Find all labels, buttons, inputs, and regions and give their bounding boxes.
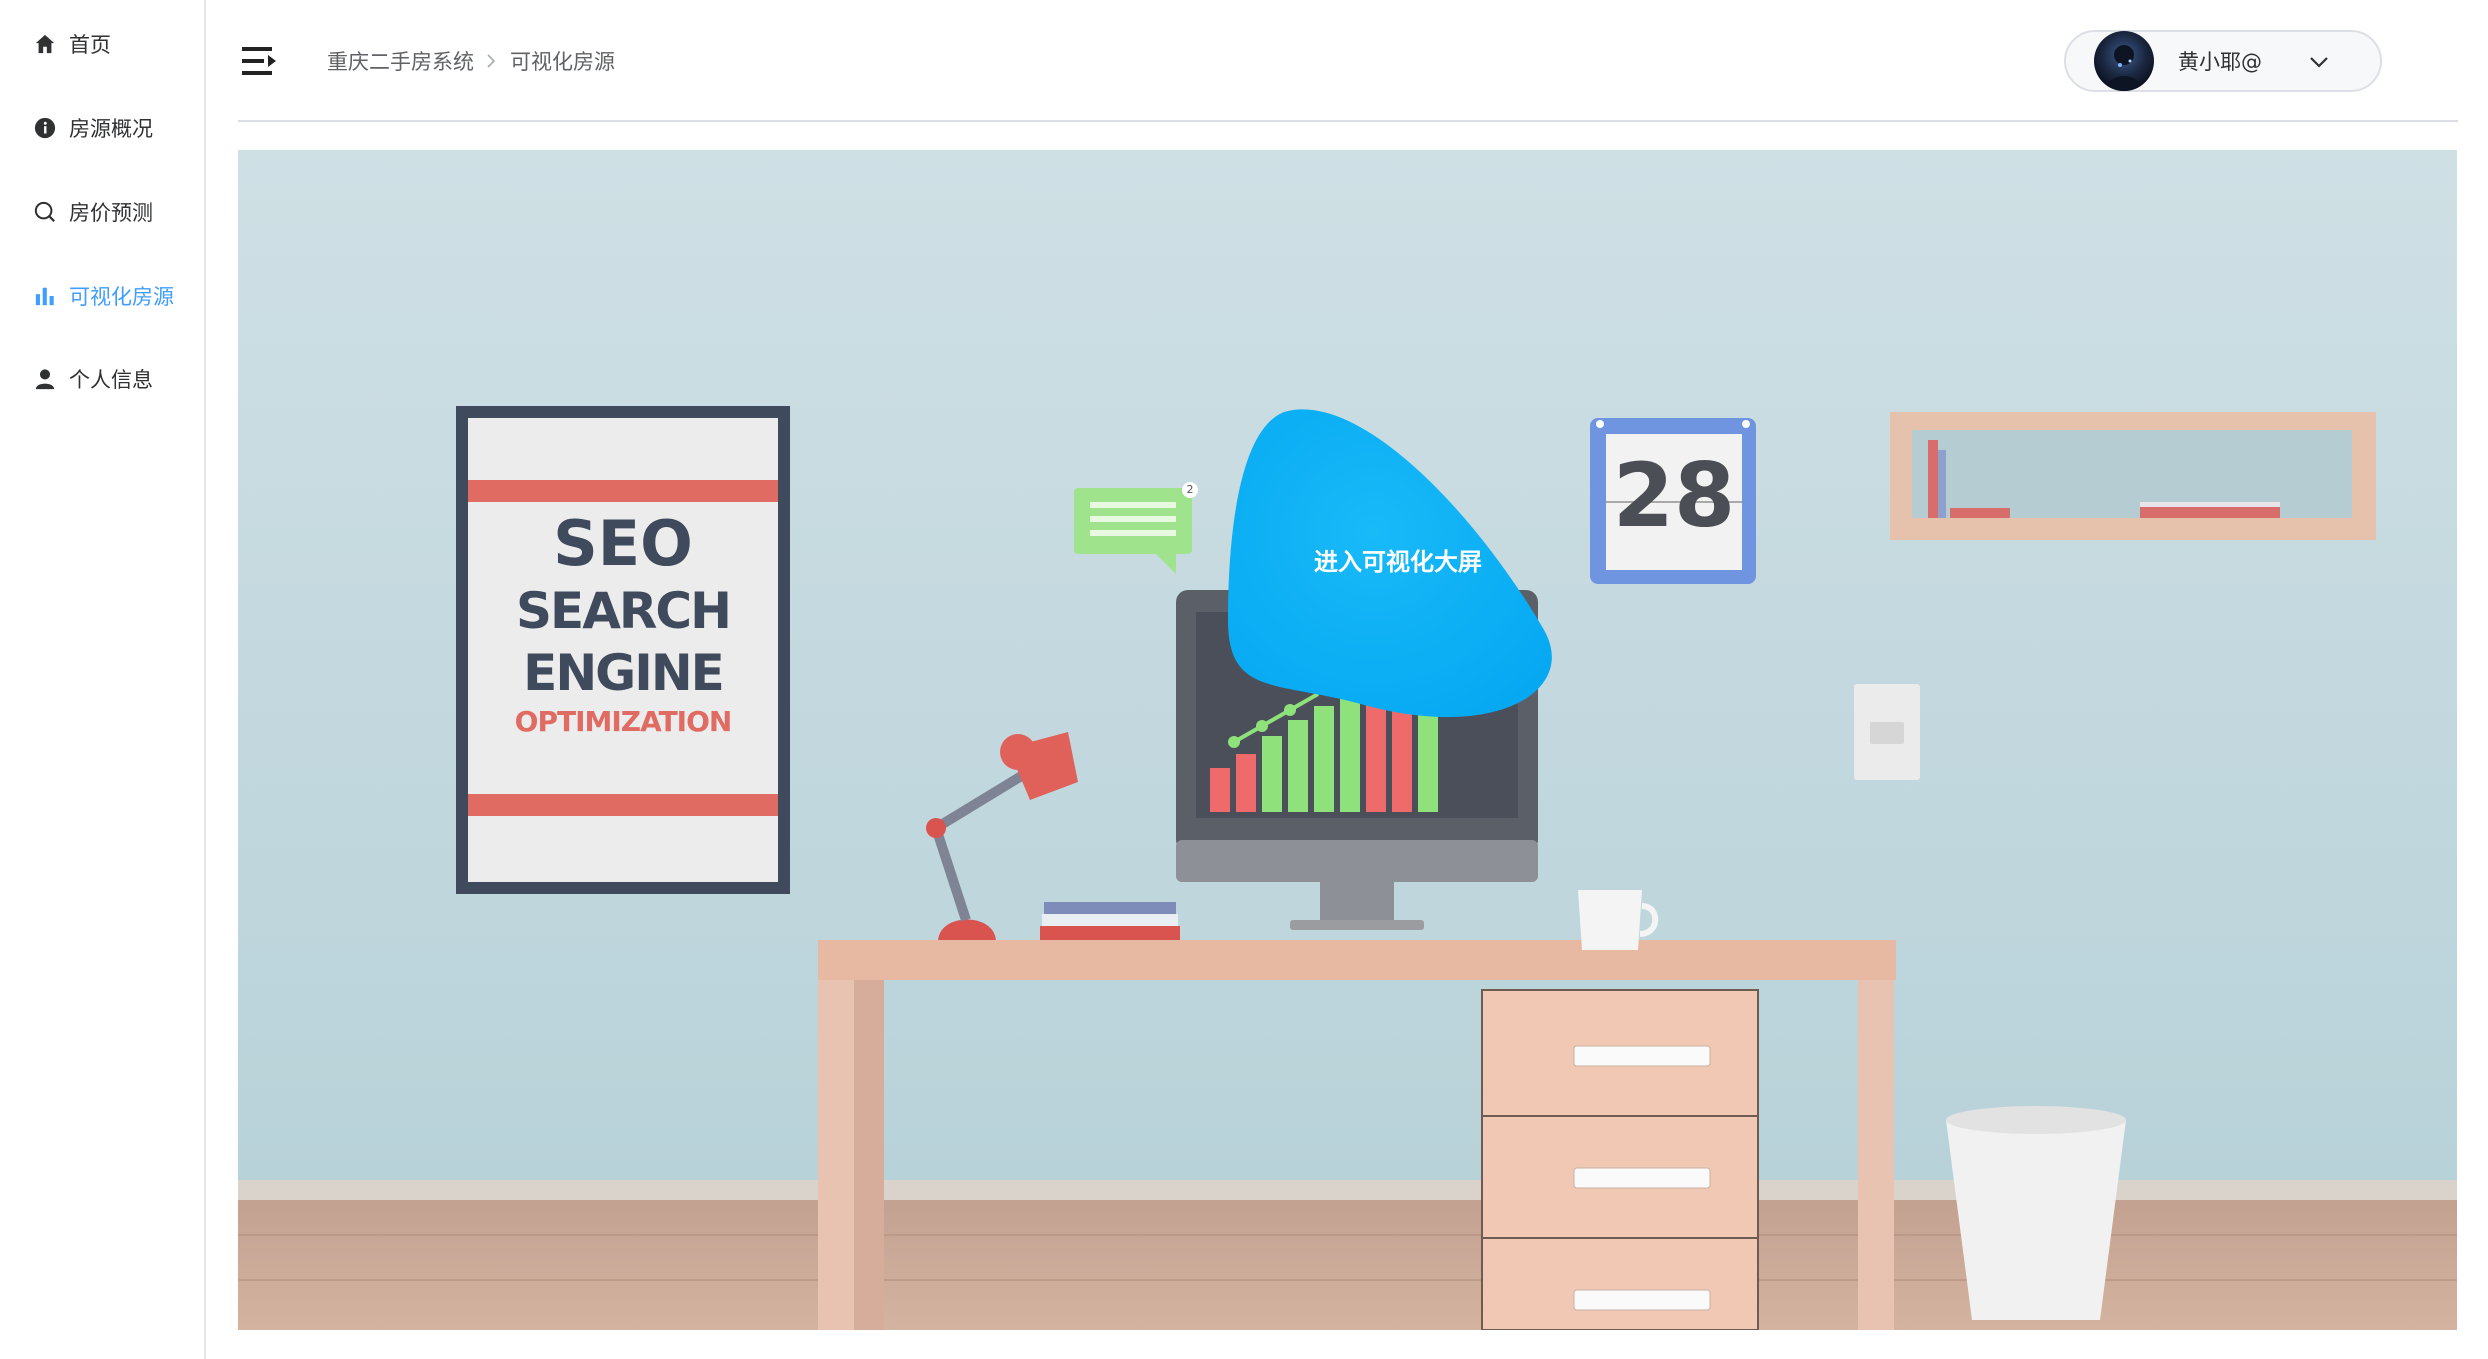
chevron-down-icon xyxy=(2308,52,2330,72)
sidebar-item-predict[interactable]: 房价预测 xyxy=(0,184,204,240)
sidebar-item-label: 房源概况 xyxy=(69,117,153,141)
sidebar-item-label: 首页 xyxy=(69,33,111,57)
breadcrumb-current: 可视化房源 xyxy=(510,50,615,74)
sidebar-item-label: 个人信息 xyxy=(69,368,153,392)
info-icon xyxy=(33,116,57,140)
collapse-menu-icon[interactable] xyxy=(240,44,278,78)
sidebar-item-profile[interactable]: 个人信息 xyxy=(0,351,204,407)
breadcrumb-root[interactable]: 重庆二手房系统 xyxy=(327,46,474,76)
user-icon xyxy=(33,367,57,391)
sidebar-item-visualization[interactable]: 可视化房源 xyxy=(0,268,204,324)
calendar-day: 28 xyxy=(1612,444,1736,547)
sidebar-item-overview[interactable]: 房源概况 xyxy=(0,100,204,156)
chat-badge: 2 xyxy=(1186,483,1194,496)
home-icon xyxy=(33,32,57,56)
chevron-right-icon xyxy=(486,51,498,71)
avatar xyxy=(2094,31,2154,91)
sidebar-item-label: 房价预测 xyxy=(69,201,153,225)
sidebar: 首页 房源概况 房价预测 可视化房源 个人信息 xyxy=(0,0,206,1359)
bar-chart-icon xyxy=(33,284,57,308)
hero-banner: SEO SEARCH ENGINE OPTIMIZATION 28 2 进入可视… xyxy=(238,150,2457,1330)
sidebar-item-home[interactable]: 首页 xyxy=(0,16,204,72)
breadcrumb: 重庆二手房系统 可视化房源 xyxy=(327,46,615,76)
enter-dashboard-button[interactable]: 进入可视化大屏 xyxy=(1288,542,1508,577)
sidebar-item-label: 可视化房源 xyxy=(69,285,174,309)
header-divider xyxy=(238,120,2458,122)
user-dropdown[interactable]: 黄小耶@ xyxy=(2064,30,2382,92)
user-name: 黄小耶@ xyxy=(2178,50,2262,74)
search-icon xyxy=(33,200,57,224)
